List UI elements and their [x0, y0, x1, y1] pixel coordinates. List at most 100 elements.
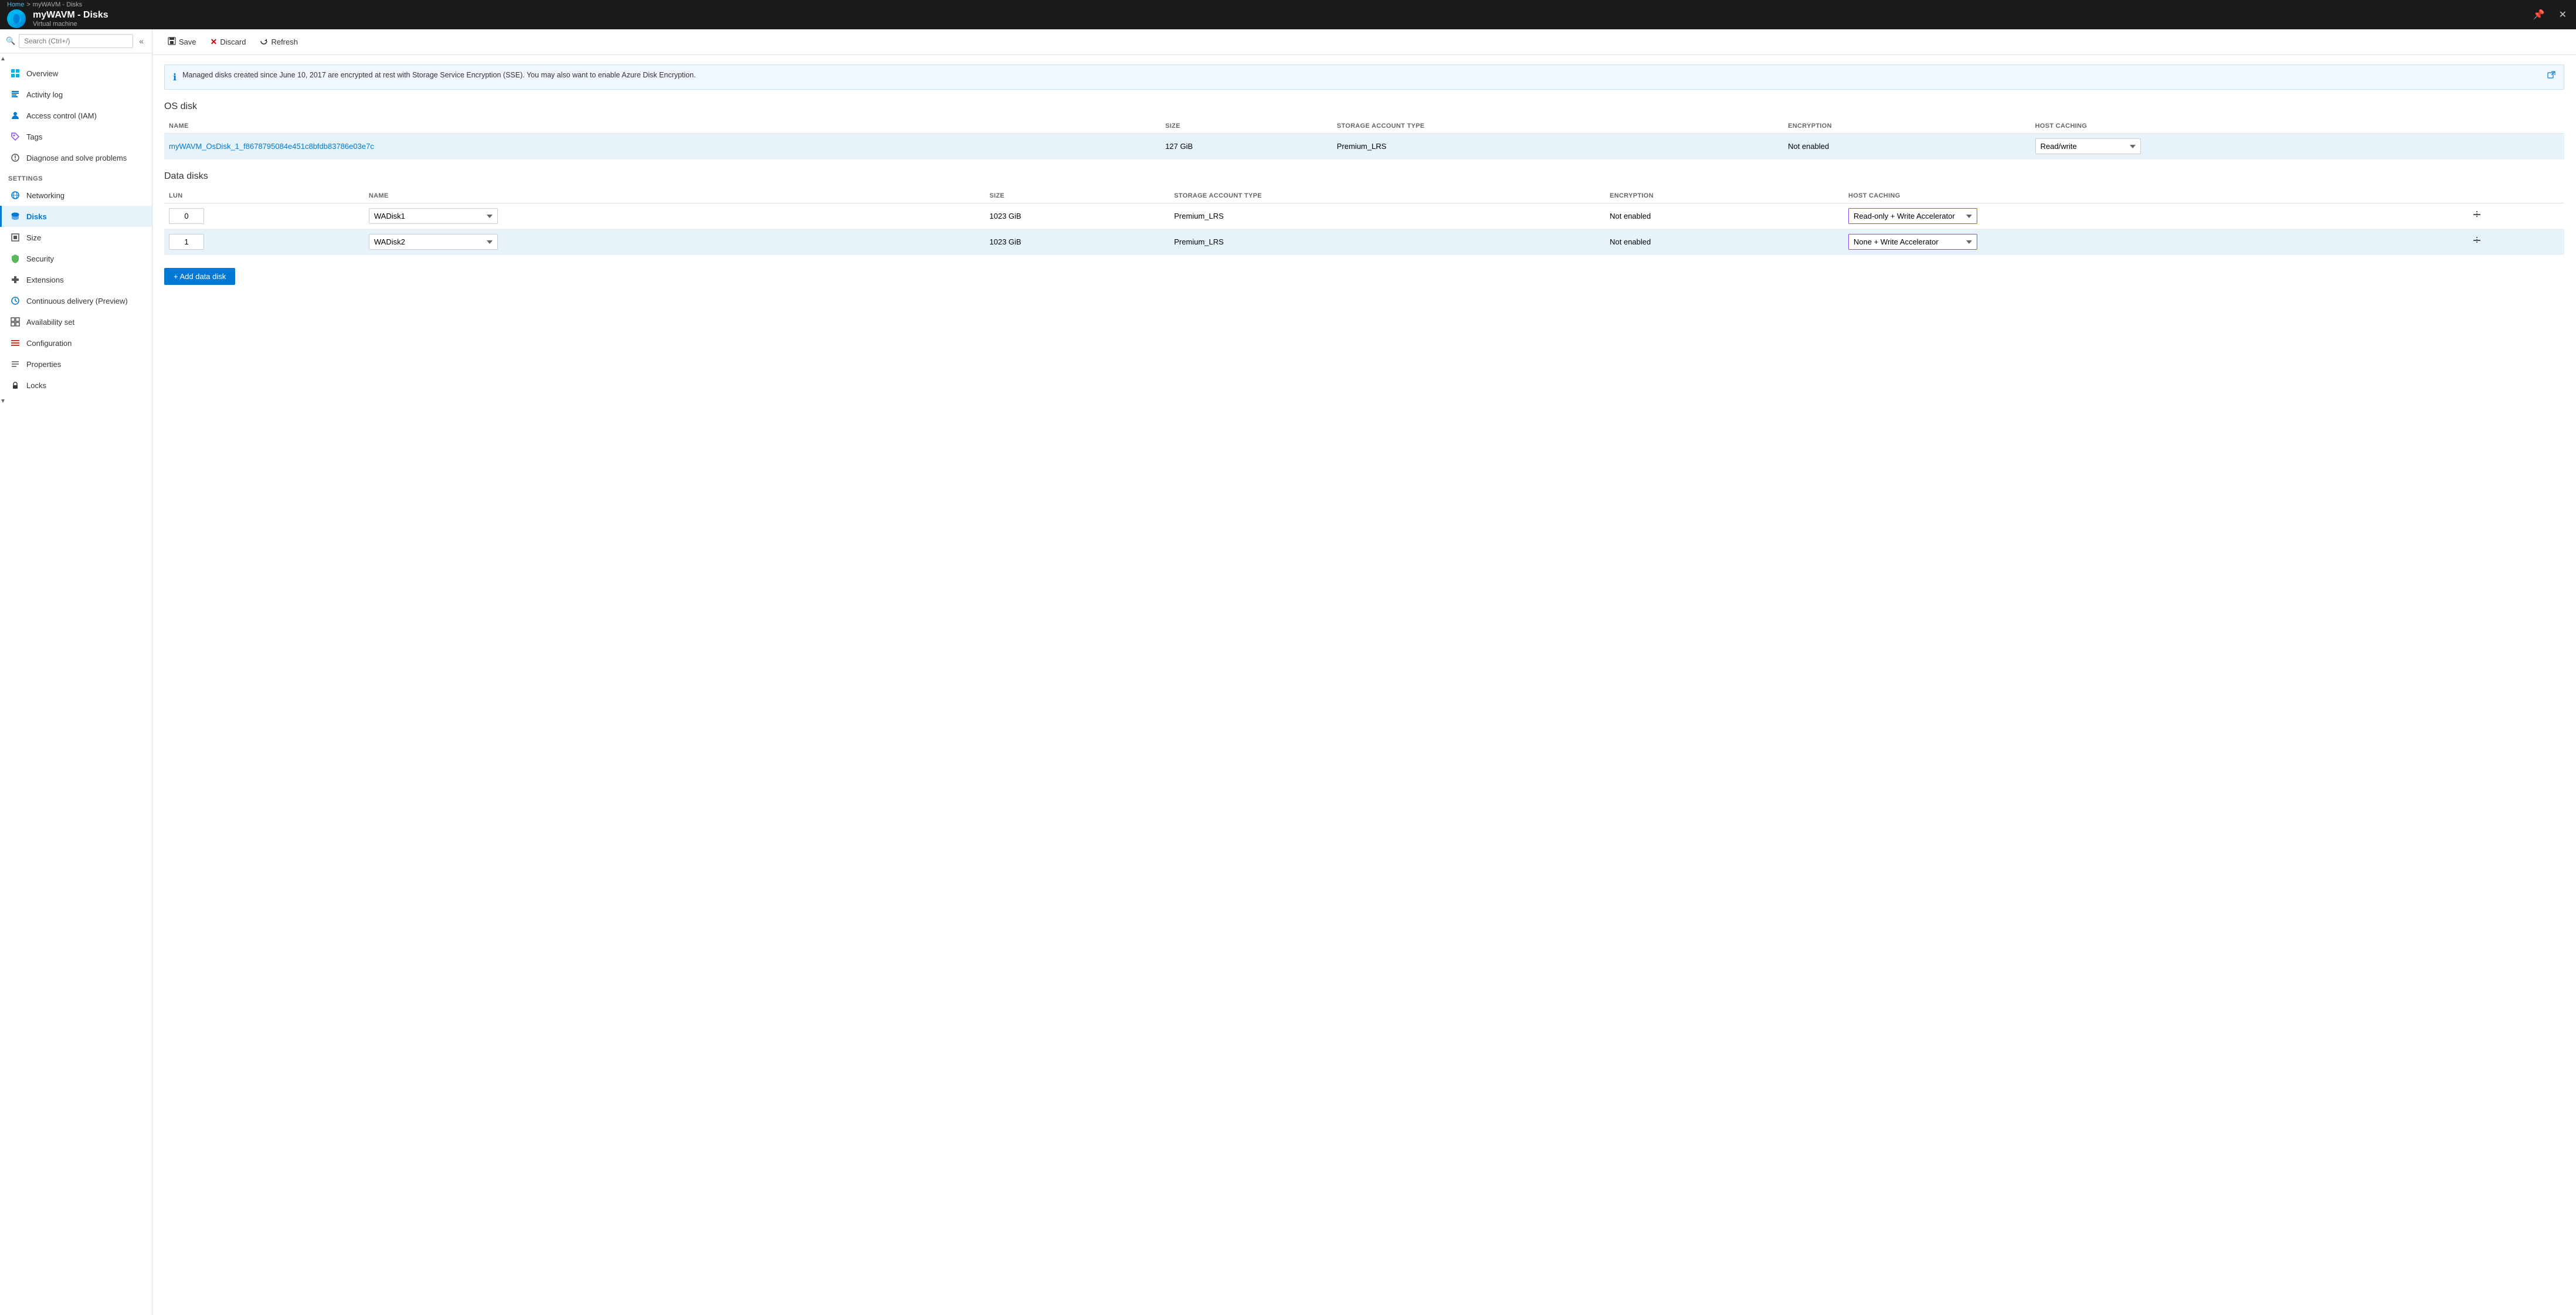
save-button[interactable]: Save	[162, 34, 202, 50]
os-disk-size-cell: 127 GiB	[1160, 134, 1332, 159]
sidebar-scroll-down-button[interactable]: ▼	[0, 397, 6, 405]
search-input[interactable]	[19, 34, 133, 48]
data-disk-0-name-select[interactable]: WADisk1	[369, 208, 498, 224]
os-disk-col-caching: HOST CACHING	[2031, 119, 2564, 134]
data-disk-1-storage: Premium_LRS	[1169, 229, 1605, 255]
sidebar-overview-label: Overview	[26, 69, 58, 78]
data-disk-0-caching-select[interactable]: None Read-only Read/write Read-only + Wr…	[1848, 208, 1977, 224]
data-disk-0-lun-input[interactable]	[169, 208, 204, 224]
breadcrumb-current: myWAVM - Disks	[33, 1, 82, 8]
sidebar-disks-label: Disks	[26, 212, 47, 221]
sidebar-activity-log-label: Activity log	[26, 90, 63, 99]
sidebar-item-access-control[interactable]: Access control (IAM)	[0, 105, 152, 126]
content-area: Save ✕ Discard Refresh ℹ Managed disks c…	[152, 29, 2576, 1315]
sidebar-tags-label: Tags	[26, 132, 42, 141]
sidebar-item-extensions[interactable]: Extensions	[0, 269, 152, 290]
data-disk-1-caching-select[interactable]: None Read-only Read/write Read-only + Wr…	[1848, 234, 1977, 250]
header-subtitle: Virtual machine	[33, 21, 108, 28]
extensions-icon	[10, 274, 21, 285]
os-disk-name-cell: myWAVM_OsDisk_1_f8678795084e451c8bfdb837…	[164, 134, 1160, 159]
data-disk-1-name-select[interactable]: WADisk2	[369, 234, 498, 250]
sidebar-networking-label: Networking	[26, 191, 65, 200]
toolbar: Save ✕ Discard Refresh	[152, 29, 2576, 55]
data-disks-title: Data disks	[164, 171, 2564, 182]
sidebar: 🔍 « ▲ Overview Activity log	[0, 29, 152, 1315]
data-disk-col-name: NAME	[364, 189, 985, 203]
data-disks-section: Data disks LUN NAME SIZE STORAGE ACCOUNT…	[164, 171, 2564, 285]
data-disk-0-name-cell: WADisk1	[364, 203, 985, 229]
content-scroll: ℹ Managed disks created since June 10, 2…	[152, 55, 2576, 1315]
top-header: Home > myWAVM - Disks myWAVM - Disks Vir…	[0, 0, 2576, 29]
add-data-disk-button[interactable]: + Add data disk	[164, 268, 235, 285]
sidebar-nav: ▲ Overview Activity log Access control (…	[0, 53, 152, 1315]
networking-icon	[10, 190, 21, 201]
sidebar-availability-set-label: Availability set	[26, 318, 74, 327]
data-disk-1-encryption: Not enabled	[1605, 229, 1844, 255]
os-disk-link[interactable]: myWAVM_OsDisk_1_f8678795084e451c8bfdb837…	[169, 142, 374, 151]
header-title-area: myWAVM - Disks Virtual machine	[33, 10, 108, 28]
sidebar-item-activity-log[interactable]: Activity log	[0, 84, 152, 105]
info-banner: ℹ Managed disks created since June 10, 2…	[164, 64, 2564, 90]
data-disk-0-detach-icon[interactable]	[2472, 212, 2482, 222]
sidebar-item-size[interactable]: Size	[0, 227, 152, 248]
os-disk-caching-select[interactable]: None Read-only Read/write	[2035, 138, 2141, 154]
data-disk-col-caching: HOST CACHING	[1844, 189, 2465, 203]
sidebar-item-locks[interactable]: Locks	[0, 375, 152, 396]
locks-icon	[10, 380, 21, 390]
os-disk-col-name: NAME	[164, 119, 1160, 134]
disks-icon	[10, 211, 21, 222]
data-disk-1-size: 1023 GiB	[985, 229, 1169, 255]
data-disk-col-actions	[2465, 189, 2564, 203]
os-disk-col-storage: STORAGE ACCOUNT TYPE	[1332, 119, 1783, 134]
header-right: 📌 ✕	[2531, 6, 2569, 23]
settings-section-label: SETTINGS	[0, 168, 152, 185]
os-disk-encryption-cell: Not enabled	[1783, 134, 2030, 159]
os-disk-section: OS disk NAME SIZE STORAGE ACCOUNT TYPE E…	[164, 101, 2564, 159]
os-disk-storage-cell: Premium_LRS	[1332, 134, 1783, 159]
sidebar-item-configuration[interactable]: Configuration	[0, 332, 152, 354]
sidebar-continuous-delivery-label: Continuous delivery (Preview)	[26, 297, 128, 305]
sidebar-item-security[interactable]: Security	[0, 248, 152, 269]
breadcrumb-home[interactable]: Home	[7, 1, 24, 8]
data-disk-col-lun: LUN	[164, 189, 364, 203]
sidebar-item-properties[interactable]: Properties	[0, 354, 152, 375]
data-disk-0-encryption: Not enabled	[1605, 203, 1844, 229]
table-row: WADisk1 1023 GiB Premium_LRS Not enabled…	[164, 203, 2564, 229]
data-disk-lun-1	[164, 229, 364, 255]
table-row: myWAVM_OsDisk_1_f8678795084e451c8bfdb837…	[164, 134, 2564, 159]
data-disk-1-name-cell: WADisk2	[364, 229, 985, 255]
sidebar-item-tags[interactable]: Tags	[0, 126, 152, 147]
data-disk-1-actions	[2465, 229, 2564, 255]
overview-icon	[10, 68, 21, 79]
data-disk-1-detach-icon[interactable]	[2472, 238, 2482, 248]
close-button[interactable]: ✕	[2557, 6, 2569, 23]
refresh-label: Refresh	[271, 38, 298, 46]
collapse-sidebar-button[interactable]: «	[137, 35, 146, 47]
sidebar-search-bar: 🔍 «	[0, 29, 152, 53]
sidebar-extensions-label: Extensions	[26, 276, 64, 284]
data-disk-1-lun-input[interactable]	[169, 234, 204, 250]
pin-button[interactable]: 📌	[2531, 6, 2547, 23]
sidebar-item-networking[interactable]: Networking	[0, 185, 152, 206]
os-disk-table: NAME SIZE STORAGE ACCOUNT TYPE ENCRYPTIO…	[164, 119, 2564, 159]
size-icon	[10, 232, 21, 243]
sidebar-item-availability-set[interactable]: Availability set	[0, 311, 152, 332]
breadcrumb: Home > myWAVM - Disks	[7, 1, 108, 9]
sidebar-item-diagnose[interactable]: Diagnose and solve problems	[0, 147, 152, 168]
data-disk-0-actions	[2465, 203, 2564, 229]
table-row: WADisk2 1023 GiB Premium_LRS Not enabled…	[164, 229, 2564, 255]
refresh-button[interactable]: Refresh	[254, 34, 304, 50]
data-disk-0-size: 1023 GiB	[985, 203, 1169, 229]
data-disk-col-storage: STORAGE ACCOUNT TYPE	[1169, 189, 1605, 203]
external-link-icon[interactable]	[2547, 71, 2555, 81]
os-disk-caching-cell: None Read-only Read/write	[2031, 134, 2564, 159]
sidebar-item-overview[interactable]: Overview	[0, 63, 152, 84]
sidebar-access-control-label: Access control (IAM)	[26, 111, 97, 120]
os-disk-col-encryption: ENCRYPTION	[1783, 119, 2030, 134]
sidebar-item-disks[interactable]: Disks	[0, 206, 152, 227]
refresh-icon	[260, 37, 268, 47]
sidebar-scroll-up-button[interactable]: ▲	[0, 55, 6, 63]
sidebar-item-continuous-delivery[interactable]: Continuous delivery (Preview)	[0, 290, 152, 311]
header-left: Home > myWAVM - Disks myWAVM - Disks Vir…	[7, 1, 108, 28]
discard-button[interactable]: ✕ Discard	[205, 34, 252, 50]
